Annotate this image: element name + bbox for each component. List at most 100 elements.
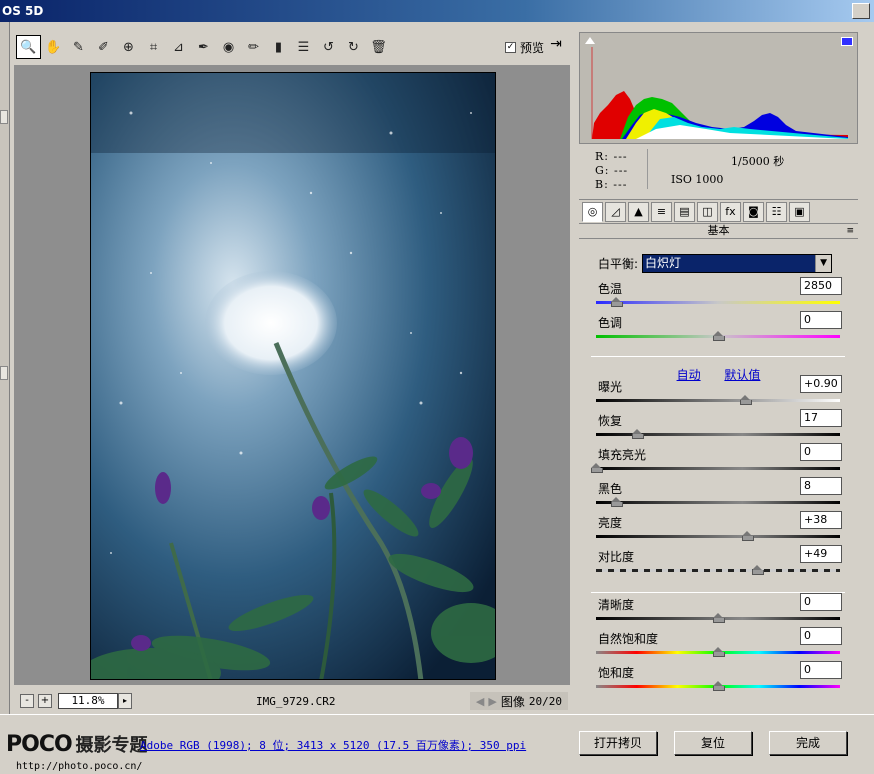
divider	[647, 149, 648, 189]
image-count: 20/20	[528, 694, 562, 708]
fill-light-slider-thumb[interactable]	[591, 463, 603, 473]
vibrance-label: 自然饱和度	[598, 632, 659, 646]
contrast-track[interactable]	[596, 569, 840, 572]
vibrance-value-field[interactable]: 0	[800, 627, 842, 645]
chevron-down-icon[interactable]: ▼	[815, 255, 832, 272]
right-panel: R: --- G: --- B: --- 1/5000 秒 ISO 1000 ◎…	[579, 32, 858, 714]
brightness-track[interactable]	[596, 535, 840, 538]
auto-default-links: 自动 默认值	[579, 366, 858, 383]
blacks-label: 黑色	[598, 482, 623, 496]
reset-button[interactable]: 复位	[674, 731, 752, 755]
color-sampler-tool-icon[interactable]: ✐	[91, 35, 116, 59]
contrast-value-field[interactable]: +49	[800, 545, 842, 563]
snapshots-tab-icon[interactable]: ▣	[789, 201, 810, 222]
saturation-slider-thumb[interactable]	[713, 681, 725, 691]
zoom-menu-arrow[interactable]: ▸	[118, 693, 132, 709]
split-toning-tab-icon[interactable]: ▤	[674, 201, 695, 222]
zoom-level-field[interactable]: 11.8%	[58, 693, 118, 709]
contrast-slider-thumb[interactable]	[752, 565, 765, 575]
white-balance-row: 白平衡: 白炽灯 ▼	[598, 254, 833, 273]
lens-corrections-tab-icon[interactable]: ◫	[697, 201, 718, 222]
preview-toggle[interactable]: ✓ 预览	[504, 39, 544, 56]
crop-tool-icon[interactable]: ⌗	[141, 35, 166, 59]
clarity-value-field[interactable]: 0	[800, 593, 842, 611]
target-adjustment-tool-icon[interactable]: ⊕	[116, 35, 141, 59]
workflow-options-link[interactable]: Adobe RGB (1998); 8 位; 3413 x 5120 (17.5…	[140, 737, 526, 753]
panel-menu-icon[interactable]: ≡	[846, 224, 854, 238]
highlight-clipping-warning-icon[interactable]	[841, 37, 853, 46]
open-copy-button[interactable]: 打开拷贝	[579, 731, 657, 755]
zoom-in-button[interactable]: +	[38, 694, 52, 708]
logo-url: http://photo.poco.cn/	[16, 761, 143, 772]
white-balance-select[interactable]: 白炽灯 ▼	[642, 254, 833, 273]
zoom-tool-icon[interactable]: 🔍	[16, 35, 41, 59]
blacks-track[interactable]	[596, 501, 840, 504]
rotate-left-icon[interactable]: ↺	[316, 35, 341, 59]
rgb-readout: R: --- G: --- B: ---	[595, 150, 628, 192]
saturation-value-field[interactable]: 0	[800, 661, 842, 679]
preview-checkbox[interactable]: ✓	[504, 41, 516, 53]
image-canvas[interactable]	[14, 65, 570, 685]
recovery-slider-thumb[interactable]	[632, 429, 645, 439]
presets-tab-icon[interactable]: ☷	[766, 201, 787, 222]
tint-slider-thumb[interactable]	[713, 331, 725, 341]
tint-value-field[interactable]: 0	[800, 311, 842, 329]
hsl-tab-icon[interactable]: ≡	[651, 201, 672, 222]
effects-tab-icon[interactable]: fx	[720, 201, 741, 222]
graduated-filter-icon[interactable]: ▮	[266, 35, 291, 59]
preview-image	[90, 72, 496, 680]
tone-curve-tab-icon[interactable]: ◿	[605, 201, 626, 222]
adjustment-brush-icon[interactable]: ✏	[241, 35, 266, 59]
default-link[interactable]: 默认值	[724, 368, 760, 382]
panel-handle[interactable]	[0, 366, 8, 380]
status-bar: - + 11.8% ▸ IMG_9729.CR2 ◀ ▶ 图像 20/20	[14, 689, 570, 713]
temperature-slider-thumb[interactable]	[610, 297, 623, 307]
left-panel-edge	[0, 22, 10, 714]
shutter-speed: 1/5000 秒	[731, 155, 785, 168]
fill-light-value-field[interactable]: 0	[800, 443, 842, 461]
blacks-value-field[interactable]: 8	[800, 477, 842, 495]
temperature-label: 色温	[598, 282, 623, 296]
previous-image-button[interactable]: ◀	[476, 695, 484, 708]
preferences-icon[interactable]: ☰	[291, 35, 316, 59]
divider	[591, 356, 845, 357]
image-navigator: ◀ ▶ 图像 20/20	[469, 692, 568, 710]
exposure-slider-thumb[interactable]	[739, 395, 752, 405]
file-name: IMG_9729.CR2	[256, 694, 336, 708]
blacks-slider-thumb[interactable]	[610, 497, 623, 507]
fill-light-label: 填充亮光	[598, 448, 647, 462]
zoom-out-button[interactable]: -	[20, 694, 34, 708]
recovery-value-field[interactable]: 17	[800, 409, 842, 427]
spot-removal-tool-icon[interactable]: ✒	[191, 35, 216, 59]
panel-header: 基本 ≡	[579, 223, 858, 239]
vibrance-slider-thumb[interactable]	[713, 647, 725, 657]
hand-tool-icon[interactable]: ✋	[41, 35, 66, 59]
straighten-tool-icon[interactable]: ⊿	[166, 35, 191, 59]
temperature-value-field[interactable]: 2850	[800, 277, 842, 295]
clarity-slider-thumb[interactable]	[713, 613, 725, 623]
exposure-track[interactable]	[596, 399, 840, 402]
panel-handle[interactable]	[0, 110, 8, 124]
window-control-button[interactable]	[852, 3, 870, 19]
shadow-clipping-warning-icon[interactable]	[585, 37, 595, 44]
basic-tab-icon[interactable]: ◎	[582, 201, 603, 222]
clarity-label: 清晰度	[598, 598, 635, 612]
done-button[interactable]: 完成	[769, 731, 847, 755]
fill-light-track[interactable]	[596, 467, 840, 470]
auto-link[interactable]: 自动	[677, 368, 701, 382]
delete-icon[interactable]: 🗑	[366, 35, 391, 59]
white-balance-tool-icon[interactable]: ✎	[66, 35, 91, 59]
brightness-value-field[interactable]: +38	[800, 511, 842, 529]
camera-calibration-tab-icon[interactable]: ◙	[743, 201, 764, 222]
divider	[591, 592, 845, 593]
poco-logo: POCO 摄影专题 http://photo.poco.cn/	[6, 731, 148, 772]
detail-tab-icon[interactable]: ▲	[628, 201, 649, 222]
saturation-label: 饱和度	[598, 666, 635, 680]
image-label: 图像	[500, 694, 525, 709]
temperature-track[interactable]	[596, 301, 840, 304]
next-image-button[interactable]: ▶	[488, 695, 496, 708]
brightness-slider-thumb[interactable]	[742, 531, 755, 541]
red-eye-tool-icon[interactable]: ◉	[216, 35, 241, 59]
rotate-right-icon[interactable]: ↻	[341, 35, 366, 59]
fullscreen-icon[interactable]: ⇥	[546, 36, 566, 56]
